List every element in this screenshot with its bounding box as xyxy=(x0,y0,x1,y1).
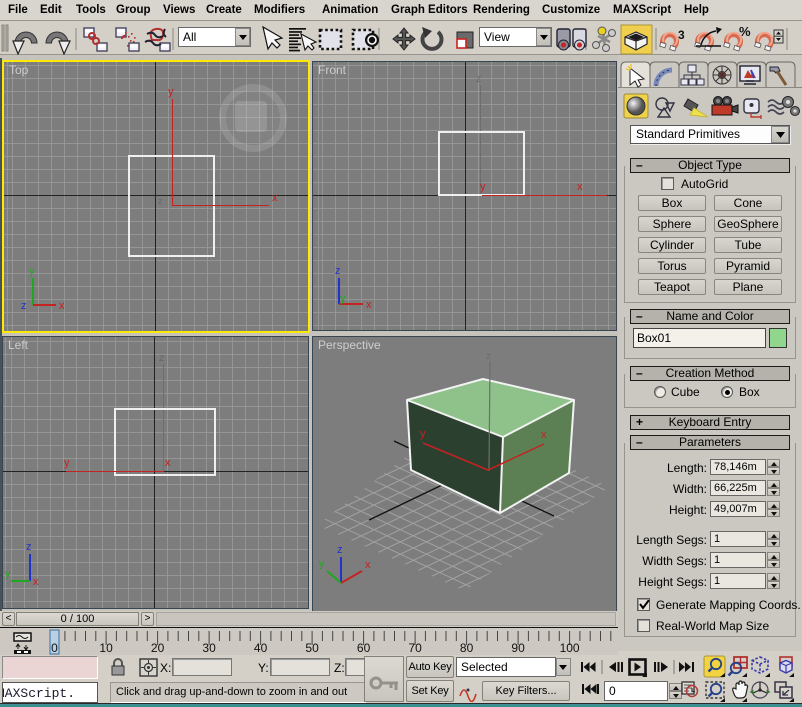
svg-text:y: y xyxy=(29,265,35,277)
svg-text:y: y xyxy=(340,293,346,305)
svg-text:z: z xyxy=(26,541,32,553)
svg-text:100: 100 xyxy=(560,641,580,655)
svg-text:60: 60 xyxy=(357,641,371,655)
svg-text:10: 10 xyxy=(99,641,113,655)
svg-text:%: % xyxy=(739,24,751,39)
svg-text:y: y xyxy=(319,558,325,570)
svg-text:40: 40 xyxy=(254,641,268,655)
svg-text:70: 70 xyxy=(408,641,422,655)
svg-text:z: z xyxy=(335,265,341,277)
svg-text:20: 20 xyxy=(151,641,165,655)
svg-text:x: x xyxy=(366,299,372,311)
svg-text:30: 30 xyxy=(202,641,216,655)
svg-text:90: 90 xyxy=(511,641,525,655)
svg-text:z: z xyxy=(486,351,491,362)
svg-text:z: z xyxy=(337,544,343,556)
svg-text:y: y xyxy=(5,568,11,580)
svg-text:3: 3 xyxy=(678,28,685,42)
svg-text:50: 50 xyxy=(305,641,319,655)
svg-text:0: 0 xyxy=(51,641,58,655)
svg-text:80: 80 xyxy=(460,641,474,655)
svg-text:z: z xyxy=(21,300,27,312)
svg-text:x: x xyxy=(59,300,65,312)
svg-text:y: y xyxy=(420,428,426,440)
svg-text:x: x xyxy=(365,559,371,571)
svg-text:x: x xyxy=(33,576,39,588)
svg-text:x: x xyxy=(541,429,547,441)
